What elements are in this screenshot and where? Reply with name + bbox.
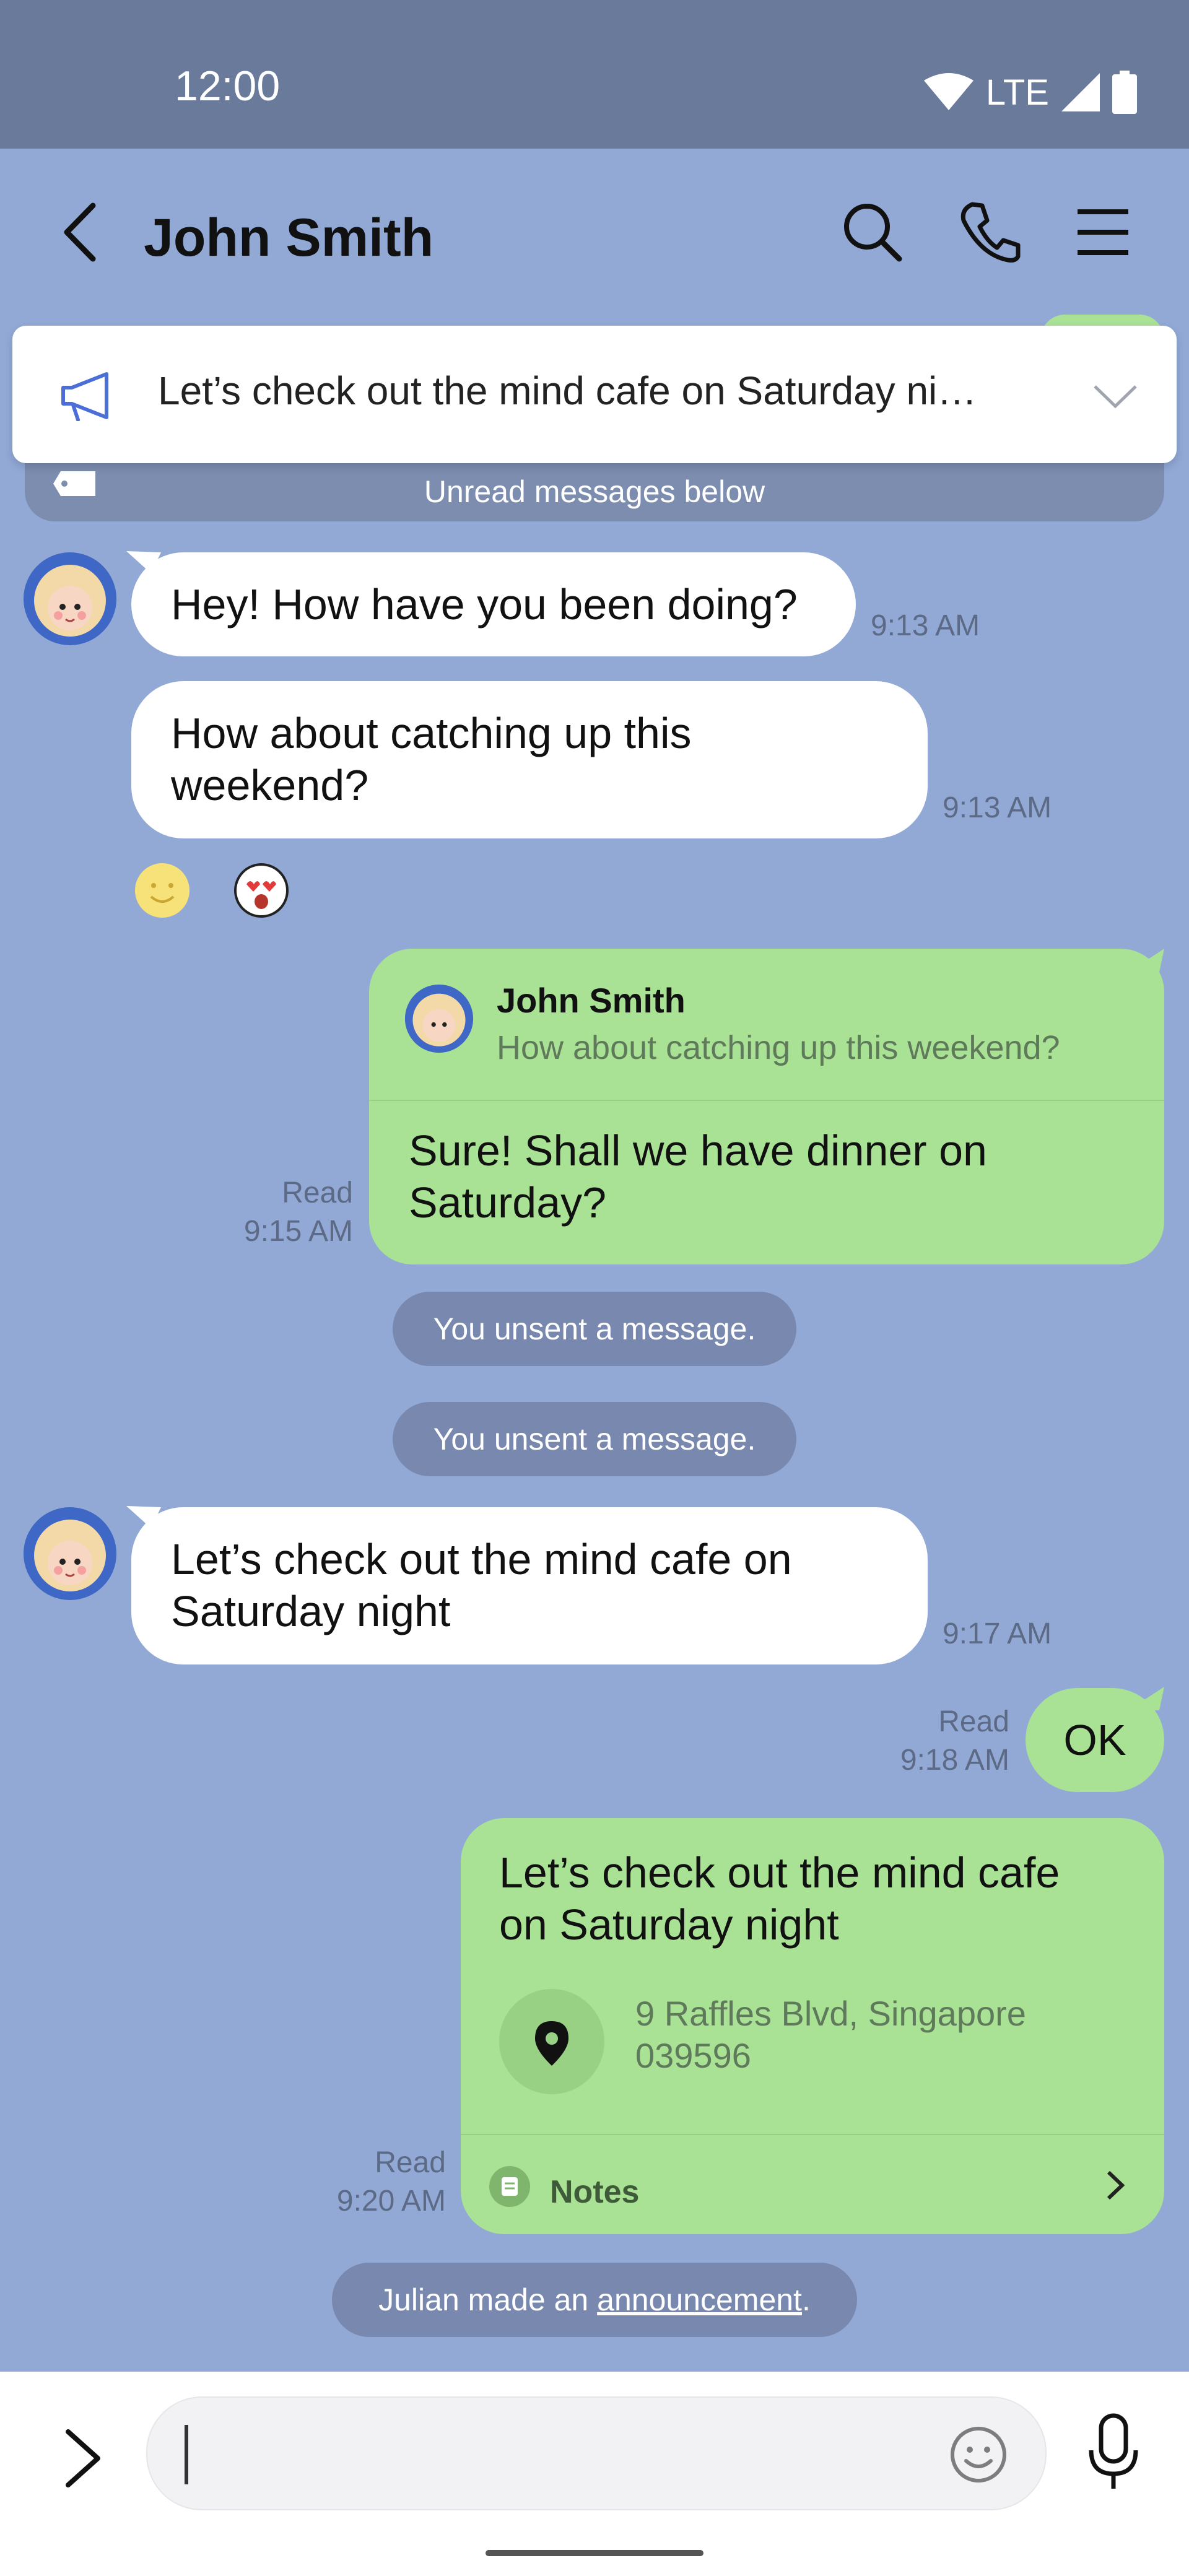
message-time: 9:15 AM <box>243 1215 353 1248</box>
location-address-line: 039596 <box>635 2036 751 2075</box>
location-pin-circle <box>499 1989 604 2094</box>
location-address-line: 9 Raffles Blvd, Singapore <box>635 1994 1026 2033</box>
notes-icon <box>489 2166 530 2207</box>
read-label: Read <box>375 2146 446 2179</box>
message-text-line: Let’s check out the mind cafe on <box>171 1535 792 1583</box>
tag-icon <box>53 471 95 496</box>
status-time: 12:00 <box>175 63 281 110</box>
message-time: 9:13 AM <box>871 609 980 642</box>
message-bubble-outgoing[interactable]: OK <box>1026 1688 1164 1792</box>
message-field[interactable] <box>146 2396 1047 2510</box>
announcement-link[interactable]: announcement <box>597 2282 802 2318</box>
message-text-line: on Saturday night <box>499 1900 839 1949</box>
message-bubble-incoming[interactable]: Hey! How have you been doing? <box>131 552 856 656</box>
location-address: 9 Raffles Blvd, Singapore 039596 <box>635 1993 1026 2077</box>
battery-icon <box>1112 71 1137 114</box>
message-bubble-incoming[interactable]: How about catching up this weekend? <box>131 681 928 838</box>
megaphone-icon <box>61 372 108 421</box>
reply-avatar <box>405 985 473 1053</box>
message-text: Hey! How have you been doing? <box>171 580 798 629</box>
notes-row[interactable]: Notes <box>461 2135 1164 2234</box>
notes-label: Notes <box>550 2174 640 2210</box>
message-bubble-incoming[interactable]: Let’s check out the mind cafe on Saturda… <box>131 1507 928 1664</box>
message-text-line: Saturday? <box>409 1178 607 1227</box>
read-label: Read <box>938 1705 1009 1738</box>
phone-icon[interactable] <box>956 198 1024 266</box>
system-message: You unsent a message. <box>393 1292 796 1366</box>
unread-messages-label: Unread messages below <box>424 474 765 509</box>
emoji-icon[interactable] <box>949 2425 1008 2484</box>
system-message: You unsent a message. <box>393 1402 796 1476</box>
system-text: Julian made an <box>378 2282 598 2317</box>
message-text-line: weekend? <box>171 761 369 809</box>
message-read-receipt: Read 9:20 AM <box>297 2144 446 2221</box>
signal-icon <box>1061 73 1100 111</box>
reply-quoted-text: How about catching up this weekend? <box>497 1029 1060 1066</box>
home-indicator[interactable] <box>486 2550 703 2556</box>
message-input-bar <box>0 2372 1189 2576</box>
map-pin-icon <box>535 2021 568 2066</box>
chevron-down-icon[interactable] <box>1092 383 1138 410</box>
message-input[interactable] <box>185 2422 918 2486</box>
message-bubble-outgoing-reply[interactable]: John Smith How about catching up this we… <box>369 949 1164 1264</box>
avatar[interactable] <box>24 552 116 645</box>
back-arrow-icon[interactable] <box>56 198 111 266</box>
smile-emoji-icon[interactable] <box>134 862 191 919</box>
status-bar: 12:00 LTE <box>0 0 1189 149</box>
heart-eyes-emoji-icon[interactable] <box>233 862 290 919</box>
message-read-receipt: Read 9:18 AM <box>861 1703 1009 1780</box>
message-time: 9:17 AM <box>943 1617 1052 1650</box>
avatar[interactable] <box>24 1507 116 1600</box>
message-text-line: Let’s check out the mind cafe <box>499 1848 1060 1897</box>
chevron-right-icon <box>1107 2170 1125 2200</box>
chat-header: John Smith <box>0 149 1189 316</box>
system-text: . <box>801 2282 811 2317</box>
text-cursor <box>185 2425 188 2484</box>
unread-messages-bar[interactable]: Unread messages below <box>25 461 1164 521</box>
reply-sender-name: John Smith <box>497 981 686 1020</box>
announcement-text: Let’s check out the mind cafe on Saturda… <box>158 368 977 413</box>
message-time: 9:13 AM <box>943 791 1052 824</box>
message-text: OK <box>1063 1716 1126 1764</box>
read-label: Read <box>282 1177 353 1209</box>
system-message-announcement: Julian made an announcement. <box>332 2263 857 2337</box>
wifi-icon <box>923 73 973 110</box>
expand-chevron-icon[interactable] <box>62 2424 105 2492</box>
status-icons: LTE <box>923 64 1137 120</box>
chat-title[interactable]: John Smith <box>144 207 433 269</box>
search-icon[interactable] <box>838 198 907 266</box>
message-text-line: Sure! Shall we have dinner on <box>409 1126 987 1175</box>
message-read-receipt: Read 9:15 AM <box>204 1174 353 1251</box>
network-label: LTE <box>985 72 1049 113</box>
message-text-line: How about catching up this <box>171 709 692 757</box>
microphone-icon[interactable] <box>1082 2412 1144 2492</box>
message-time: 9:20 AM <box>336 2185 446 2217</box>
message-bubble-outgoing-location[interactable]: Let’s check out the mind cafe on Saturda… <box>461 1818 1164 2234</box>
announcement-banner[interactable]: Let’s check out the mind cafe on Saturda… <box>12 326 1177 463</box>
message-time: 9:18 AM <box>900 1744 1009 1777</box>
menu-icon[interactable] <box>1069 198 1137 266</box>
reply-divider <box>369 1100 1164 1101</box>
message-text-line: Saturday night <box>171 1587 451 1635</box>
